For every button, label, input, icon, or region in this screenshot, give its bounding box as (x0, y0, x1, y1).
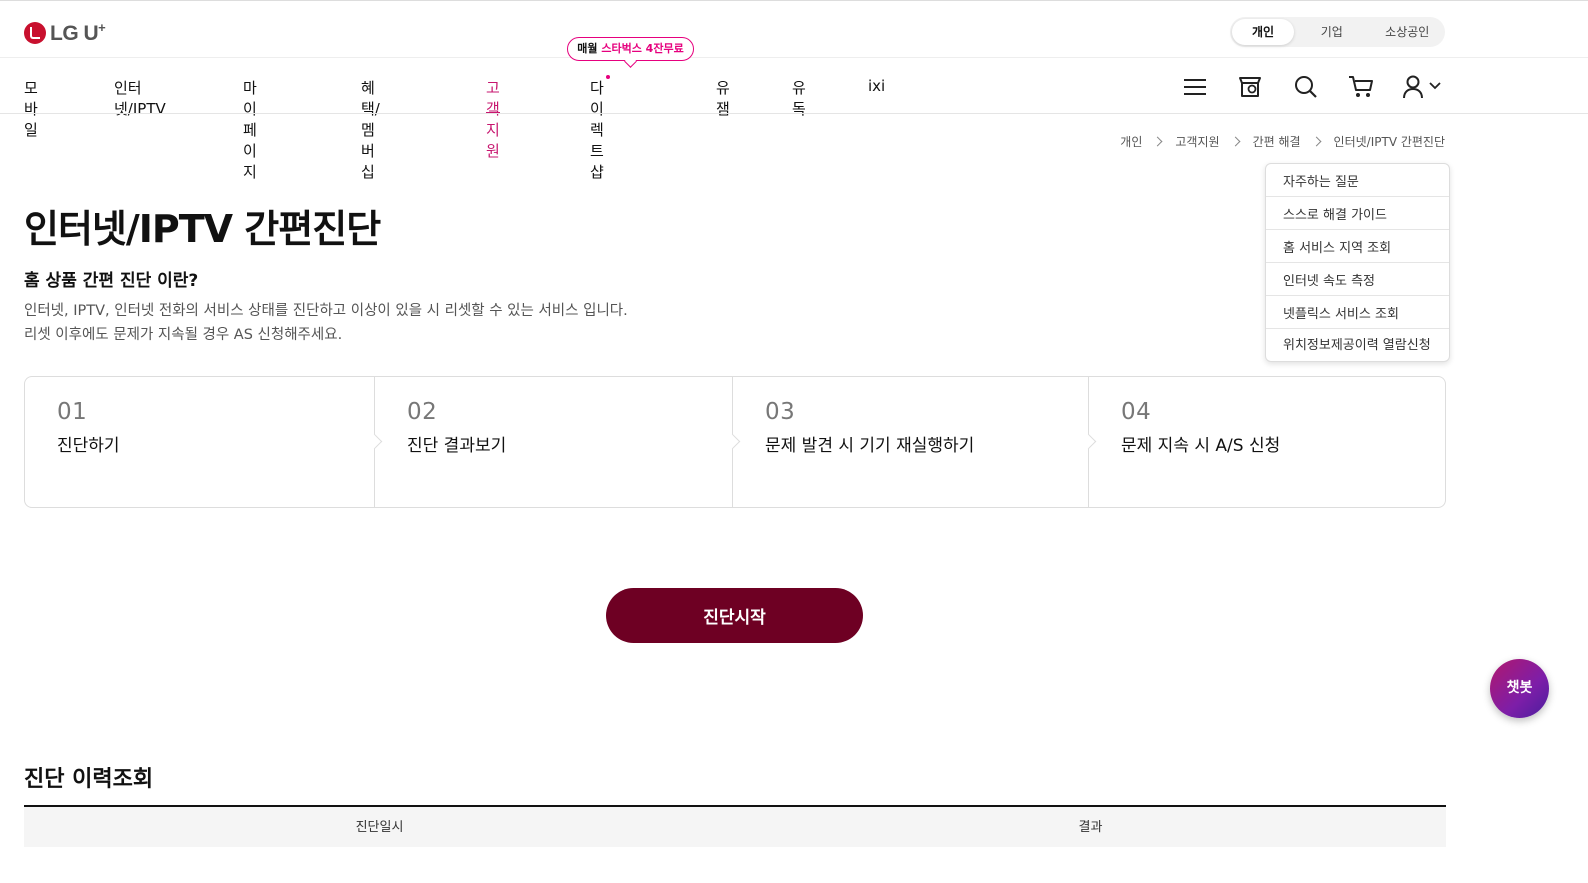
segment-business[interactable]: 기업 (1294, 19, 1370, 45)
nav-ixi[interactable]: ixi (868, 74, 885, 114)
column-header-result: 결과 (1078, 820, 1103, 835)
column-header-date: 진단일시 (355, 820, 404, 835)
chevron-right-icon (1311, 136, 1321, 147)
lg-logo-icon (24, 22, 46, 44)
nav-benefits[interactable]: 혜택/멤버십 (361, 74, 380, 181)
menu-item-netflix[interactable]: 넷플릭스 서비스 조회 (1266, 296, 1449, 329)
header-divider (0, 57, 1588, 58)
description-line: 리셋 이후에도 문제가 지속될 경우 AS 신청해주세요. (24, 327, 343, 343)
nav-directshop-label: 다이렉트샵 (590, 79, 604, 181)
step-card: 01 진단하기 (25, 377, 374, 507)
section-subtitle: 홈 상품 간편 진단 이란? (24, 271, 199, 291)
step-number: 04 (1121, 399, 1152, 425)
step-card: 03 문제 발견 시 기기 재실행하기 (732, 377, 1088, 507)
breadcrumb-dropdown-menu: 자주하는 질문 스스로 해결 가이드 홈 서비스 지역 조회 인터넷 속도 측정… (1265, 163, 1450, 362)
chevron-down-icon[interactable] (1428, 78, 1442, 104)
chatbot-button[interactable]: 챗봇 (1490, 659, 1549, 718)
start-diagnosis-button[interactable]: 진단시작 (606, 588, 863, 643)
breadcrumb-item[interactable]: 고객지원 (1175, 133, 1219, 150)
cart-icon[interactable] (1347, 74, 1375, 100)
step-label: 진단하기 (57, 436, 120, 456)
menu-item-service-area[interactable]: 홈 서비스 지역 조회 (1266, 230, 1449, 263)
step-card: 04 문제 지속 시 A/S 신청 (1088, 377, 1445, 507)
step-label: 문제 지속 시 A/S 신청 (1121, 436, 1281, 456)
user-icon[interactable] (1402, 74, 1430, 100)
step-label: 진단 결과보기 (407, 436, 507, 456)
history-section-title: 진단 이력조회 (24, 767, 154, 792)
nav-ujam[interactable]: 유잼 (716, 74, 730, 118)
segment-small-business[interactable]: 소상공인 (1370, 19, 1446, 45)
diagnosis-steps: 01 진단하기 02 진단 결과보기 03 문제 발견 시 기기 재실행하기 0… (24, 376, 1446, 508)
breadcrumb-current[interactable]: 인터넷/IPTV 간편진단 (1334, 133, 1445, 150)
history-table-header: 진단일시 결과 (24, 805, 1446, 847)
nav-internet-iptv[interactable]: 인터넷/IPTV (114, 74, 166, 118)
page-title: 인터넷/IPTV 간편진단 (24, 207, 381, 251)
description-line: 인터넷, IPTV, 인터넷 전화의 서비스 상태를 진단하고 이상이 있을 시… (24, 303, 628, 319)
segment-personal[interactable]: 개인 (1232, 19, 1294, 45)
breadcrumb-item[interactable]: 간편 해결 (1253, 133, 1301, 150)
menu-item-speed-test[interactable]: 인터넷 속도 측정 (1266, 263, 1449, 296)
menu-item-self-guide[interactable]: 스스로 해결 가이드 (1266, 197, 1449, 230)
search-icon[interactable] (1293, 74, 1321, 100)
nav-udok[interactable]: 유독 (792, 74, 806, 118)
lgu-logo[interactable]: LG U+ (24, 20, 106, 46)
page-description: 인터넷, IPTV, 인터넷 전화의 서비스 상태를 진단하고 이상이 있을 시… (24, 299, 628, 347)
step-number: 01 (57, 399, 88, 425)
nav-support[interactable]: 고객지원 (486, 74, 500, 160)
customer-type-switch: 개인 기업 소상공인 (1230, 17, 1445, 47)
menu-item-location-history[interactable]: 위치정보제공이력 열람신청 (1266, 329, 1449, 361)
logo-text: LG U+ (50, 20, 106, 45)
top-border (0, 0, 1588, 1)
breadcrumb: 개인 고객지원 간편 해결 인터넷/IPTV 간편진단 (1120, 133, 1445, 150)
nav-directshop[interactable]: 다이렉트샵 (590, 74, 610, 181)
nav-mobile[interactable]: 모바일 (24, 74, 38, 139)
promo-bubble[interactable]: 매월 스타벅스 4잔무료 (567, 37, 694, 61)
step-card: 02 진단 결과보기 (374, 377, 732, 507)
chevron-right-icon (1152, 136, 1163, 147)
step-number: 02 (407, 399, 438, 425)
store-location-icon[interactable] (1237, 74, 1265, 100)
menu-icon[interactable] (1182, 74, 1210, 100)
menu-item-faq[interactable]: 자주하는 질문 (1266, 164, 1449, 197)
chevron-right-icon (1230, 136, 1241, 147)
new-dot-icon (605, 75, 610, 79)
nav-mypage[interactable]: 마이페이지 (243, 74, 257, 181)
step-label: 문제 발견 시 기기 재실행하기 (765, 436, 975, 456)
nav-divider (0, 113, 1588, 114)
breadcrumb-item[interactable]: 개인 (1120, 133, 1142, 150)
step-number: 03 (765, 399, 796, 425)
